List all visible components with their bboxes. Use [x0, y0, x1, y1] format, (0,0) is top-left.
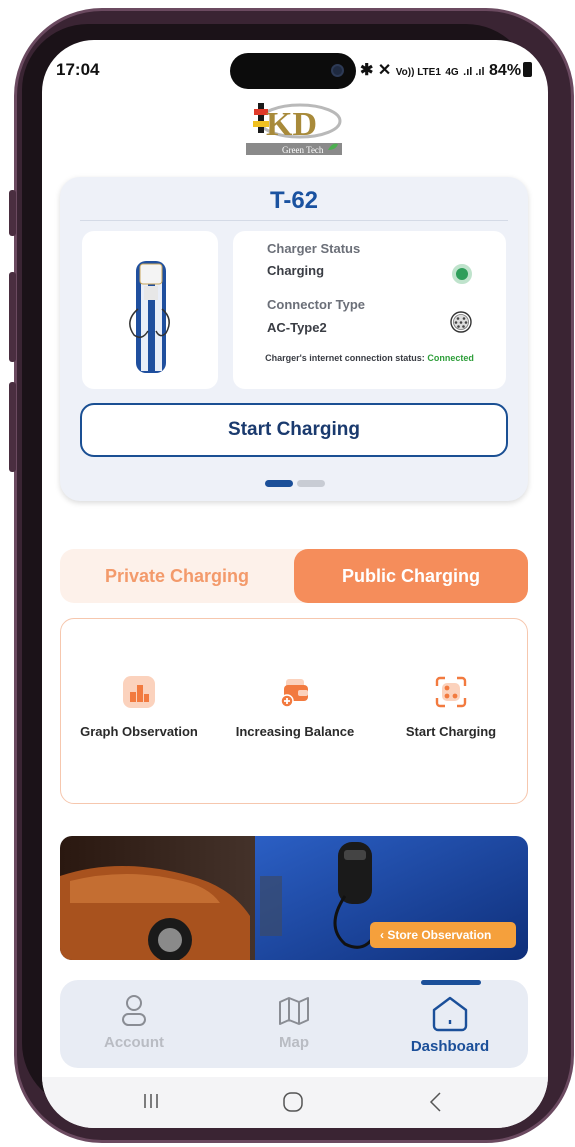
- status-time: 17:04: [56, 60, 100, 79]
- increasing-balance-label: Increasing Balance: [235, 724, 355, 739]
- graph-observation-action[interactable]: Graph Observation: [79, 675, 199, 739]
- active-tab-indicator: [421, 980, 481, 985]
- back-icon[interactable]: [428, 1091, 444, 1113]
- recent-apps-icon[interactable]: [141, 1091, 161, 1111]
- charger-status-label: Charger Status: [267, 241, 361, 256]
- map-icon: [279, 997, 309, 1025]
- internet-connection-status: Charger's internet connection status: Co…: [233, 353, 506, 363]
- phone-side-button: [9, 382, 16, 472]
- charger-card[interactable]: T-62 Charger Status Charging Connector T…: [60, 177, 528, 501]
- tab-private-charging[interactable]: Private Charging: [60, 549, 294, 603]
- user-icon: [122, 995, 146, 1026]
- wallet-add-icon: [280, 679, 308, 708]
- battery-percent: 84%: [489, 62, 522, 79]
- screen: 17:04 ✱ ✕ Vo)) LTE1 4G .ıl .ıl 84% KD Gr…: [42, 40, 548, 1128]
- charger-status-value: Charging: [267, 263, 325, 278]
- internet-status-label: Charger's internet connection status:: [265, 353, 425, 363]
- quick-actions-panel: Graph Observation Increasing Balance Sta…: [60, 618, 528, 804]
- home-icon: [432, 996, 468, 1032]
- logo-text: KD: [266, 106, 317, 143]
- charger-image: [82, 231, 218, 389]
- promo-banner[interactable]: ‹ Store Observation: [60, 836, 528, 960]
- start-charging-action[interactable]: Start Charging: [391, 675, 511, 739]
- network-label: 4G: [445, 67, 459, 78]
- scan-icon: [435, 676, 467, 708]
- status-icons: ✱ ✕ Vo)) LTE1 4G .ıl .ıl 84%: [360, 60, 533, 80]
- brand-logo: KD Green Tech: [244, 93, 344, 157]
- mute-icon: ✕: [377, 62, 392, 79]
- nav-item-account[interactable]: Account: [74, 994, 194, 1051]
- charger-name: T-62: [269, 187, 319, 214]
- start-charging-button[interactable]: Start Charging: [80, 403, 508, 457]
- phone-side-button: [9, 272, 16, 362]
- bottom-navigation: Account Map Dashboard: [60, 980, 528, 1068]
- home-button-icon[interactable]: [282, 1091, 304, 1113]
- camera-icon: [331, 64, 344, 77]
- pager-dot[interactable]: [297, 480, 325, 487]
- graph-icon: [123, 676, 155, 708]
- nav-item-map[interactable]: Map: [234, 994, 354, 1051]
- connector-type-label: Connector Type: [267, 297, 365, 312]
- status-indicator-icon: [452, 264, 472, 284]
- nav-label-map: Map: [279, 1034, 309, 1051]
- nav-item-dashboard[interactable]: Dashboard: [390, 994, 510, 1055]
- logo-subtitle: Green Tech: [282, 145, 324, 155]
- ac-type2-connector-icon: [450, 311, 472, 333]
- charging-type-tabs: Private Charging Public Charging: [60, 549, 528, 603]
- bluetooth-icon: ✱: [360, 62, 374, 79]
- status-bar: 17:04 ✱ ✕ Vo)) LTE1 4G .ıl .ıl 84%: [42, 40, 548, 100]
- connector-type-value: AC-Type2: [267, 320, 327, 335]
- internet-status-value: Connected: [427, 353, 474, 363]
- charger-info-panel: Charger Status Charging Connector Type A…: [233, 231, 506, 389]
- signal-icon: .ıl .ıl: [463, 66, 485, 78]
- start-charging-label: Start Charging: [405, 724, 497, 739]
- pager-dot-active[interactable]: [265, 480, 293, 487]
- dynamic-island: [230, 53, 356, 89]
- volte-label: Vo)) LTE1: [395, 67, 441, 78]
- store-observation-label: Store Observation: [387, 928, 492, 942]
- system-navigation-bar: [42, 1077, 548, 1128]
- phone-side-button: [9, 190, 16, 236]
- graph-observation-label: Graph Observation: [80, 724, 198, 739]
- increasing-balance-action[interactable]: Increasing Balance: [233, 675, 357, 739]
- store-observation-button[interactable]: ‹ Store Observation: [370, 922, 516, 948]
- tab-public-charging[interactable]: Public Charging: [294, 549, 528, 603]
- divider: [80, 220, 508, 221]
- nav-label-dashboard: Dashboard: [410, 1038, 490, 1055]
- battery-icon: [523, 62, 533, 77]
- nav-label-account: Account: [104, 1034, 164, 1051]
